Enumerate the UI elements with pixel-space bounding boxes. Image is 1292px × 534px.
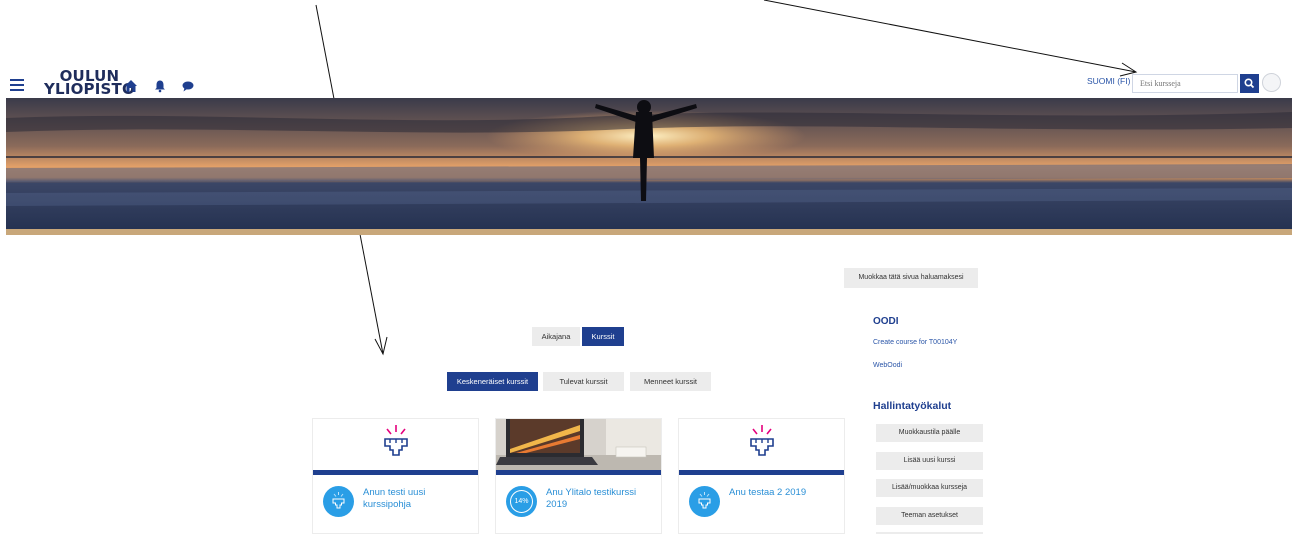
course-image	[496, 419, 661, 472]
manage-courses-button[interactable]: Lisää/muokkaa kursseja	[876, 479, 983, 497]
course-card[interactable]: Anun testi uusi kurssipohja	[312, 418, 479, 534]
header-banner-image	[6, 98, 1292, 235]
edit-mode-button[interactable]: Muokkaustila päälle	[876, 424, 983, 442]
admin-tools-title: Hallintatyökalut	[873, 400, 952, 412]
edit-page-button[interactable]: Muokkaa tätä sivua haluamaksesi	[844, 268, 978, 288]
course-card[interactable]: 14% Anu Ylitalo testikurssi 2019	[495, 418, 662, 534]
tab-in-progress-courses[interactable]: Keskeneräiset kurssit	[447, 372, 538, 391]
language-selector[interactable]: SUOMI (FI)	[1087, 76, 1130, 86]
university-emblem-icon	[384, 425, 408, 456]
university-logo[interactable]: OULUN YLIOPISTO	[44, 69, 135, 98]
bell-icon[interactable]	[153, 79, 167, 93]
course-image	[679, 419, 844, 472]
course-progress: 14%	[510, 490, 533, 513]
course-card[interactable]: Anu testaa 2 2019	[678, 418, 845, 534]
tab-future-courses[interactable]: Tulevat kurssit	[543, 372, 624, 391]
tab-past-courses[interactable]: Menneet kurssit	[630, 372, 711, 391]
user-avatar[interactable]	[1262, 73, 1281, 92]
course-title[interactable]: Anun testi uusi kurssipohja	[363, 487, 475, 511]
search-button[interactable]	[1240, 74, 1259, 93]
course-image	[313, 419, 478, 472]
course-title[interactable]: Anu testaa 2 2019	[729, 487, 841, 499]
home-icon[interactable]	[124, 79, 138, 93]
create-course-link[interactable]: Create course for T00104Y	[873, 339, 957, 346]
course-emblem-badge	[689, 486, 720, 517]
university-emblem-icon	[750, 425, 774, 456]
theme-settings-button[interactable]: Teeman asetukset	[876, 507, 983, 525]
weboodi-link[interactable]: WebOodi	[873, 362, 902, 369]
chat-icon[interactable]	[181, 79, 195, 93]
tab-courses[interactable]: Kurssit	[582, 327, 624, 346]
search-icon	[1244, 78, 1255, 89]
course-emblem-badge	[323, 486, 354, 517]
oodi-block-title: OODI	[873, 316, 899, 327]
course-title[interactable]: Anu Ylitalo testikurssi 2019	[546, 487, 658, 511]
logo-line-2: YLIOPISTO	[44, 80, 135, 98]
menu-icon[interactable]	[10, 79, 24, 91]
add-course-button[interactable]: Lisää uusi kurssi	[876, 452, 983, 470]
course-search-input[interactable]	[1132, 74, 1238, 93]
tab-timeline[interactable]: Aikajana	[532, 327, 580, 346]
course-progress-badge: 14%	[506, 486, 537, 517]
